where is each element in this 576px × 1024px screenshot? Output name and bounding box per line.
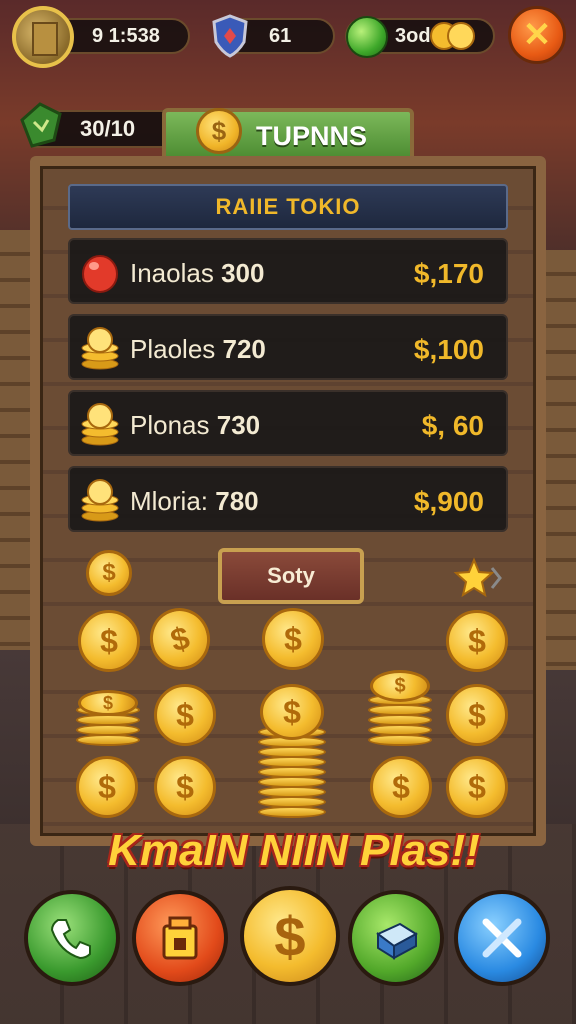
tall-coin-stack[interactable]: $ [258, 684, 326, 820]
box-button[interactable] [348, 890, 444, 986]
turns-label: TUPNNS [256, 120, 368, 151]
box-icon [376, 922, 418, 960]
coin-icon[interactable]: $ [446, 756, 508, 818]
close-icon: ✕ [522, 16, 552, 54]
panel-title: RAIIE TOKIO [68, 184, 508, 230]
coin-stack[interactable]: $ [368, 670, 432, 748]
coin-stack-icon [81, 403, 119, 446]
coin-icon[interactable]: $ [370, 756, 432, 818]
row-name: Plaoles 720 [130, 334, 266, 364]
row-name: Inaolas 300 [130, 258, 265, 288]
row-name: Mloria: 780 [130, 486, 259, 516]
star-icon[interactable] [452, 556, 502, 600]
list-item[interactable]: Plaoles 720 $,100 [68, 314, 508, 380]
list-item[interactable]: Inaolas 300 $,170 [68, 238, 508, 304]
coin-icon: $ [274, 904, 306, 968]
red-gem-icon [82, 255, 118, 293]
leaf-badge-icon [20, 102, 62, 148]
player-avatar[interactable] [12, 6, 74, 68]
coin-stack[interactable]: $ [76, 690, 140, 748]
coin-button[interactable]: $ [240, 886, 340, 986]
coin-counter-value: 3od [395, 24, 431, 47]
coin-icon: $ [86, 550, 132, 596]
row-price: $, 60 [421, 410, 484, 441]
phone-button[interactable] [24, 890, 120, 986]
row-price: $,170 [413, 258, 484, 289]
shop-icon [162, 916, 198, 960]
coin-icon[interactable]: $ [446, 684, 508, 746]
coin-icon[interactable]: $ [262, 608, 324, 670]
level-counter-value: 30/10 [80, 116, 136, 141]
green-gem-icon [346, 16, 388, 58]
shop-button[interactable] [132, 890, 228, 986]
coin-icon[interactable]: $ [154, 684, 216, 746]
coin-icon[interactable]: $ [76, 756, 138, 818]
row-price: $,900 [413, 486, 484, 517]
sort-label: Soty [267, 563, 315, 588]
tower-icon [32, 22, 58, 56]
coin-icon: $ [78, 690, 138, 716]
top-hud: 9 1:538 61 3od ✕ [0, 0, 576, 80]
tools-icon [482, 918, 522, 958]
sort-button[interactable]: Soty [218, 548, 364, 604]
shield-counter-value: 61 [269, 24, 292, 47]
gold-coins-icon [430, 22, 475, 50]
coin-stack-icon [81, 327, 119, 370]
coin-icon[interactable]: $ [446, 610, 508, 672]
turns-coin-icon: $ [196, 108, 242, 154]
list-item[interactable]: Mloria: 780 $,900 [68, 466, 508, 532]
gold-counter-value: 9 1:538 [92, 24, 160, 47]
shield-icon [212, 14, 248, 58]
coin-icon[interactable]: $ [154, 756, 216, 818]
close-button[interactable]: ✕ [508, 6, 566, 64]
list-item[interactable]: Plonas 730 $, 60 [68, 390, 508, 456]
coin-icon: $ [260, 684, 324, 740]
main-banner: KmaIN NIIN PIas!! [108, 826, 480, 875]
coin-icon: $ [370, 670, 430, 702]
phone-icon [50, 919, 91, 960]
row-name: Plonas 730 [130, 410, 261, 440]
tools-button[interactable] [454, 890, 550, 986]
coin-stack-icon [81, 479, 119, 522]
row-price: $,100 [413, 334, 484, 365]
coin-icon[interactable]: $ [78, 610, 140, 672]
